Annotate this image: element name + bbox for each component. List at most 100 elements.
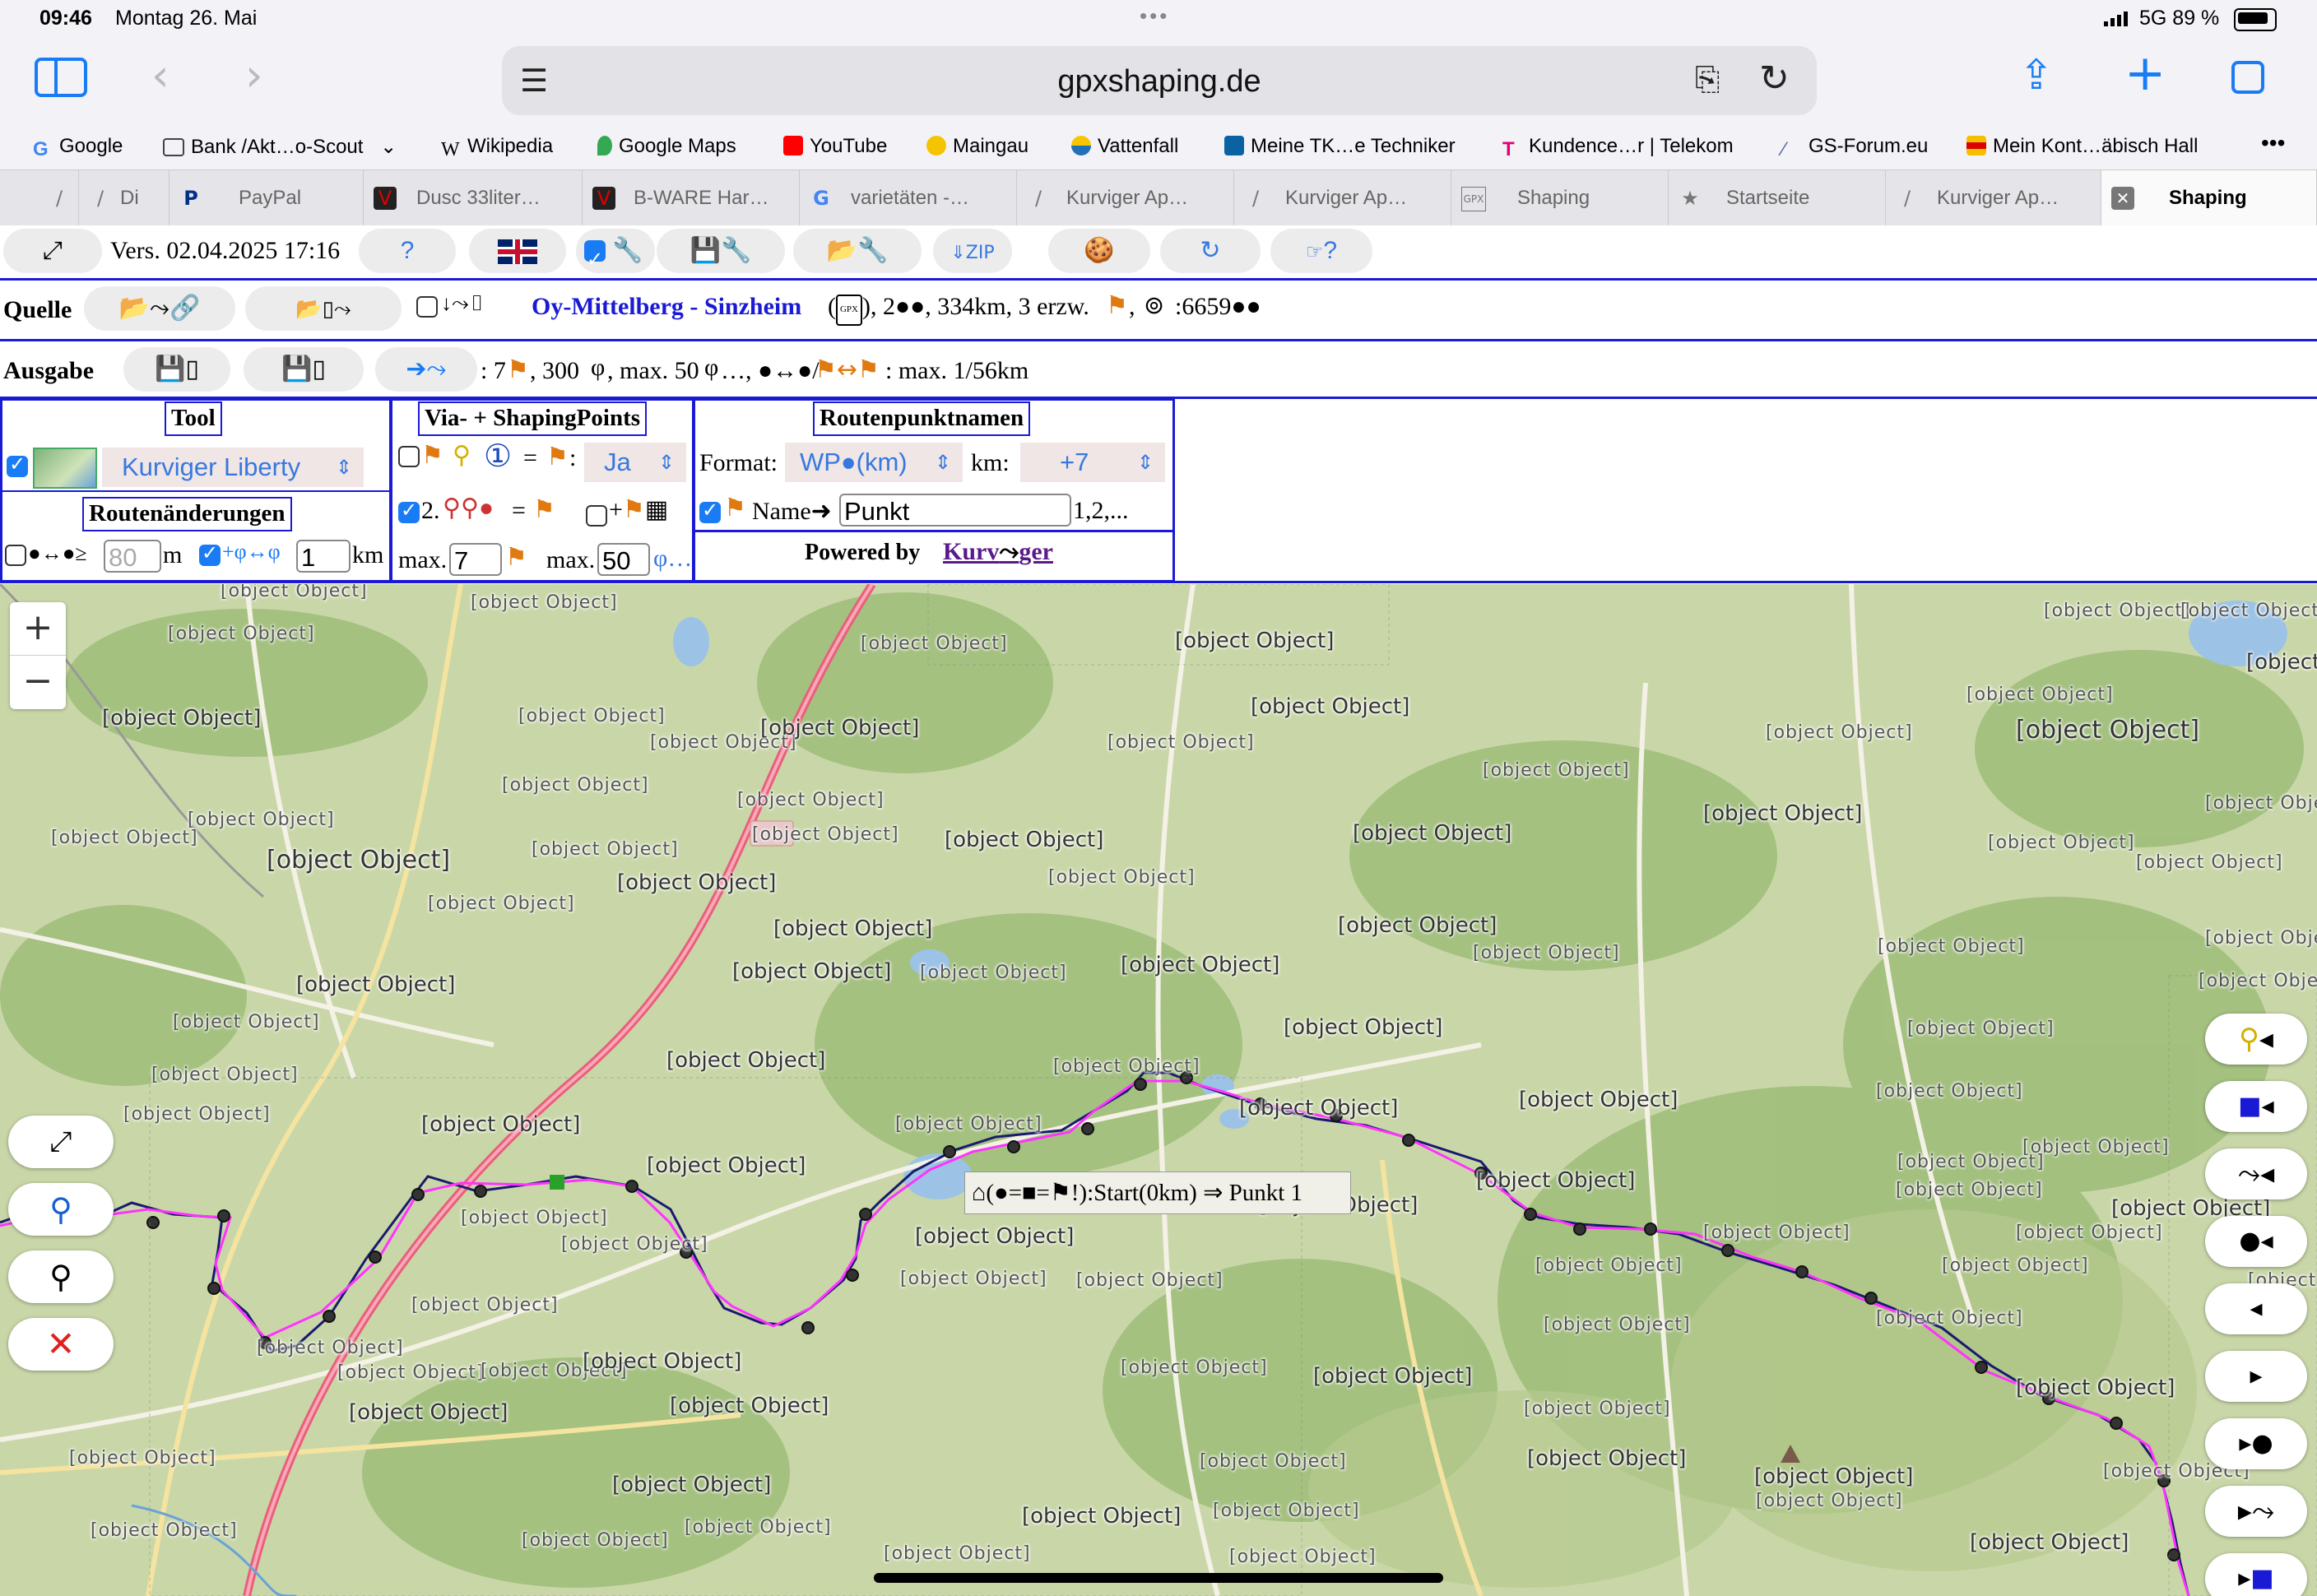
- prev-waypoint-button[interactable]: ⚲◂: [2205, 1014, 2307, 1065]
- bookmark-google[interactable]: G Google: [33, 135, 123, 160]
- place-label: [object Object]: [296, 972, 456, 997]
- save-settings-button[interactable]: 💾🔧: [657, 229, 785, 273]
- next-point-button[interactable]: ▸●: [2205, 1418, 2307, 1469]
- tabs-overview-icon[interactable]: [2231, 61, 2264, 94]
- bookmark-youtube[interactable]: YouTube: [783, 135, 887, 158]
- zoom-out-button[interactable]: −: [10, 656, 66, 708]
- new-tab-icon[interactable]: +: [2124, 44, 2166, 102]
- step-forward-button[interactable]: ▸: [2205, 1351, 2307, 1402]
- route-name[interactable]: Oy-Mittelberg - Sinzheim: [532, 293, 801, 321]
- via-checkbox[interactable]: [398, 446, 420, 467]
- bookmark-folder[interactable]: Bank /Akt…o-Scout ⌄: [163, 135, 397, 159]
- km-select[interactable]: +7 ⇕: [1020, 443, 1165, 482]
- fullscreen-button[interactable]: ⤢: [3, 229, 102, 273]
- tab-shaping-active[interactable]: ✕ Shaping: [2101, 170, 2317, 226]
- hand-help-button[interactable]: ☞?: [1270, 229, 1372, 273]
- next-shaping-button[interactable]: ▸■: [2205, 1553, 2307, 1596]
- settings-toggle-button[interactable]: 🔧: [576, 229, 655, 281]
- max-flags-input[interactable]: 7: [449, 543, 502, 576]
- bookmark-tk[interactable]: Meine TK…e Techniker: [1224, 135, 1456, 158]
- forward-icon[interactable]: ›: [245, 49, 263, 101]
- place-label: [object Object]: [1907, 1018, 2055, 1039]
- settings-checkbox[interactable]: [584, 237, 606, 281]
- name-input[interactable]: Punkt: [839, 494, 1071, 527]
- tab-shaping-1[interactable]: GPX Shaping: [1451, 170, 1669, 226]
- reload-icon[interactable]: ↻: [1759, 58, 1790, 100]
- route-start-button[interactable]: ⤳◂: [2205, 1148, 2307, 1199]
- place-label: [object Object]: [1878, 936, 2025, 957]
- location-button[interactable]: ⚲: [8, 1183, 114, 1236]
- tab-paypal[interactable]: P PayPal: [169, 170, 364, 226]
- prev-shaping-button[interactable]: ■◂: [2205, 1081, 2307, 1132]
- share-icon[interactable]: ⇪: [2019, 51, 2054, 99]
- via-select[interactable]: Ja ⇕: [584, 443, 686, 482]
- flag-icon: ⚑: [505, 543, 527, 572]
- map-view[interactable]: [object Object] [object Object] [object …: [0, 584, 2317, 1596]
- cookie-icon: 🍪: [1084, 236, 1115, 265]
- second-point-checkbox[interactable]: [398, 499, 420, 523]
- place-label: [object Object]: [1483, 760, 1630, 781]
- search-button[interactable]: ⚲: [8, 1250, 114, 1303]
- format-select[interactable]: WP●(km) ⇕: [785, 443, 963, 482]
- route-change-km-input[interactable]: 1: [296, 540, 351, 573]
- bookmark-schwaebisch-hall[interactable]: Mein Kont…äbisch Hall: [1966, 135, 2198, 158]
- route-end-button[interactable]: ▸⤳: [2205, 1486, 2307, 1537]
- clear-button[interactable]: ✕: [8, 1318, 114, 1371]
- bookmark-google-maps[interactable]: Google Maps: [597, 135, 736, 158]
- extension-icon[interactable]: ⎘: [1695, 61, 1720, 98]
- sidebar-toggle-icon[interactable]: [35, 58, 87, 97]
- save-itn-button[interactable]: 💾▯: [244, 347, 364, 392]
- place-label: [object Object]: [522, 1530, 669, 1551]
- fit-route-button[interactable]: ⤢: [8, 1116, 114, 1168]
- name-checkbox[interactable]: [699, 499, 721, 523]
- tab-2[interactable]: ∕ Di: [79, 170, 169, 226]
- tool-checkbox[interactable]: [7, 452, 28, 477]
- load-settings-button[interactable]: 📂🔧: [793, 229, 922, 273]
- url-text[interactable]: gpxshaping.de: [502, 64, 1817, 100]
- cookie-button[interactable]: 🍪: [1048, 229, 1150, 273]
- bookmark-gs-forum[interactable]: ∕ GS-Forum.eu: [1782, 135, 1928, 160]
- tab-dusc[interactable]: V Dusc 33liter…: [364, 170, 583, 226]
- route-change-km-checkbox[interactable]: [199, 541, 221, 566]
- tab-1[interactable]: ∕: [0, 170, 79, 226]
- prev-point-button[interactable]: ●◂: [2205, 1216, 2307, 1267]
- zoom-in-button[interactable]: +: [10, 602, 66, 656]
- place-label: [object Object]: [69, 1448, 216, 1468]
- route-change-dist-checkbox[interactable]: [5, 545, 26, 566]
- back-icon[interactable]: ‹: [151, 49, 169, 101]
- tab-varietaeten[interactable]: Gvarietäten -…: [800, 170, 1017, 226]
- tab-kurviger-3[interactable]: ∕ Kurviger Ap…: [1886, 170, 2101, 226]
- home-indicator[interactable]: [874, 1573, 1443, 1583]
- finish-flag-checkbox[interactable]: [586, 505, 607, 527]
- kurviger-link[interactable]: Kurv⤳ger: [943, 538, 1053, 566]
- max-shaping-input[interactable]: 50: [597, 543, 650, 576]
- folder-gpx-icon: 📂▯⤳: [295, 297, 351, 322]
- close-icon[interactable]: ✕: [2111, 187, 2134, 210]
- zip-download-button[interactable]: ⇓ZIP: [933, 229, 1012, 273]
- help-button[interactable]: ?: [359, 229, 456, 273]
- bookmark-telekom[interactable]: T Kundence…r | Telekom: [1502, 135, 1734, 160]
- send-route-button[interactable]: ➔⤳: [375, 347, 477, 392]
- save-gpx-button[interactable]: 💾▯: [123, 347, 230, 392]
- step-back-button[interactable]: ◂: [2205, 1283, 2307, 1334]
- open-gpx-button[interactable]: 📂▯⤳: [245, 286, 402, 331]
- route-change-dist-input[interactable]: 80: [104, 540, 161, 573]
- language-button[interactable]: [469, 229, 566, 273]
- multitasking-dots-icon[interactable]: •••: [1140, 3, 1169, 29]
- open-link-button[interactable]: 📂⤳🔗: [84, 286, 235, 331]
- tab-kurviger-1[interactable]: ∕ Kurviger Ap…: [1017, 170, 1234, 226]
- tool-select[interactable]: Kurviger Liberty ⇕: [102, 448, 364, 487]
- bookmark-vattenfall[interactable]: Vattenfall: [1071, 135, 1178, 158]
- address-bar[interactable]: ☰ gpxshaping.de ⎘ ↻: [502, 46, 1817, 115]
- more-icon[interactable]: •••: [2261, 130, 2285, 156]
- place-label: [object Object]: [1338, 913, 1497, 938]
- tab-startseite[interactable]: ★ Startseite: [1669, 170, 1886, 226]
- tab-kurviger-2[interactable]: ∕ Kurviger Ap…: [1234, 170, 1451, 226]
- gpx-shaping-app: ⤢ Vers. 02.04.2025 17:16 ? 🔧 💾🔧 📂🔧 ⇓ZIP …: [0, 225, 2317, 584]
- gpx-source-checkbox[interactable]: [416, 296, 438, 318]
- tab-bware[interactable]: V B-WARE Har…: [583, 170, 800, 226]
- bookmark-maingau[interactable]: Maingau: [926, 135, 1028, 158]
- bookmark-wikipedia[interactable]: W Wikipedia: [441, 135, 553, 160]
- reload-app-button[interactable]: ↻: [1160, 229, 1261, 273]
- tire-icon: ⊚: [1144, 292, 1165, 319]
